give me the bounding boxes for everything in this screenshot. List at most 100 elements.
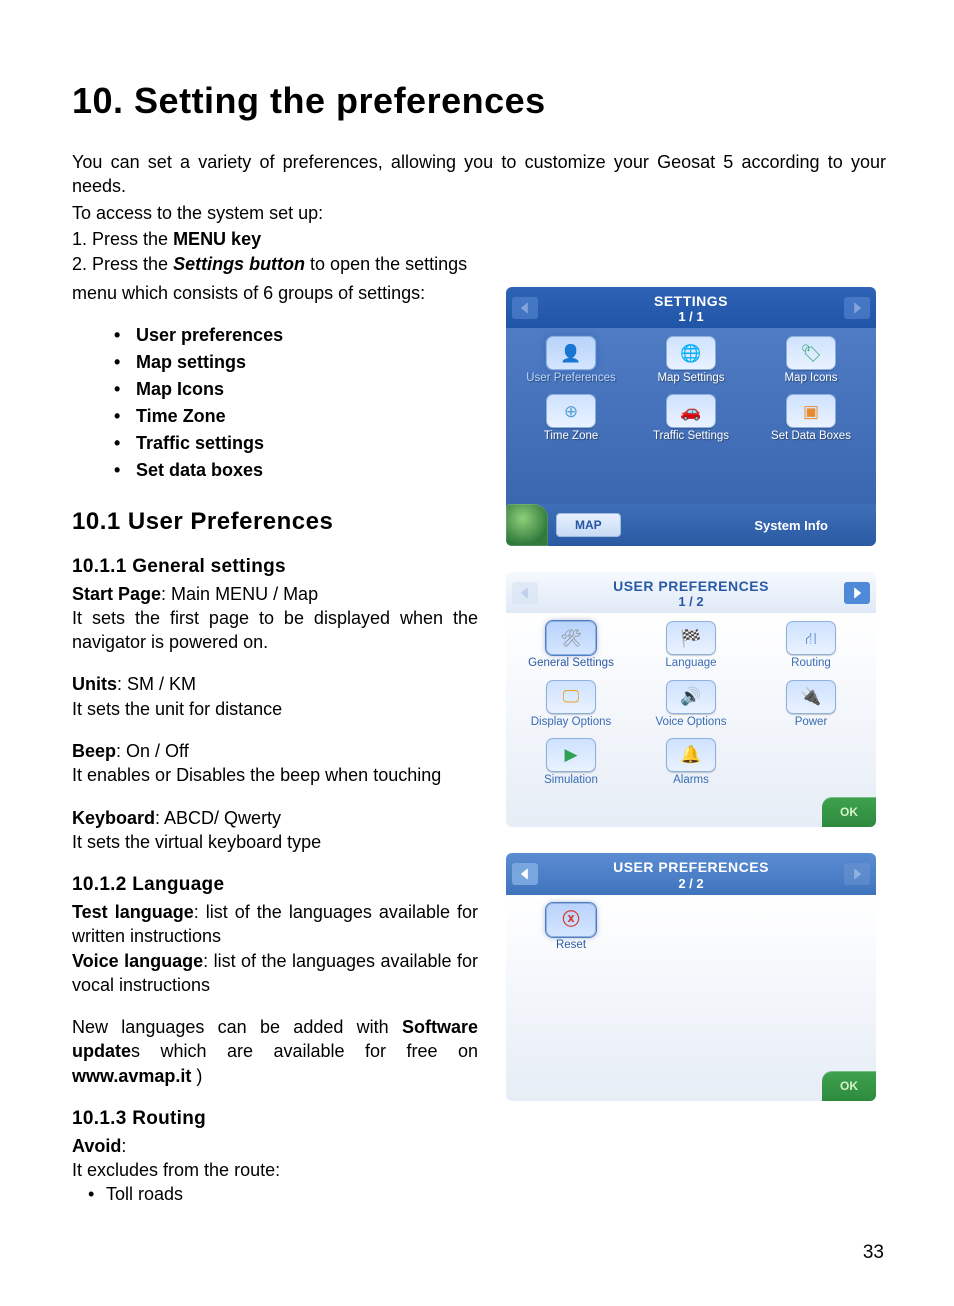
tile-routing[interactable]: ⛙ Routing — [756, 621, 866, 669]
tile-alarms[interactable]: 🔔 Alarms — [636, 738, 746, 786]
new-lang-suffix: ) — [191, 1066, 202, 1086]
data-box-icon: ▣ — [803, 403, 819, 420]
tile-label: Time Zone — [544, 430, 599, 442]
tile-set-data-boxes[interactable]: ▣ Set Data Boxes — [756, 394, 866, 442]
start-page-value: : Main MENU / Map — [161, 584, 318, 604]
screenshot-user-prefs-2: USER PREFERENCES 2 / 2 ⓧ Reset OK — [506, 853, 876, 1100]
beep-value: : On / Off — [116, 741, 189, 761]
next-arrow-icon[interactable] — [844, 297, 870, 319]
tile-power[interactable]: 🔌 Power — [756, 680, 866, 728]
tile-label: Traffic Settings — [653, 430, 729, 442]
tag-icon: 🏷 — [800, 345, 822, 362]
screen-pager: 1 / 1 — [506, 309, 876, 324]
tile-label: Display Options — [531, 716, 612, 728]
screenshot-settings: SETTINGS 1 / 1 👤User Preferences 🌐 Map Se… — [506, 287, 876, 546]
list-item: Time Zone — [114, 403, 478, 430]
new-lang-pre: New languages can be added with — [72, 1017, 402, 1037]
flags-icon: 🏁 — [680, 630, 701, 647]
units-value: : SM / KM — [117, 674, 196, 694]
units-desc: It sets the unit for distance — [72, 697, 478, 721]
display-icon: 🖵 — [563, 688, 579, 705]
screen-pager: 1 / 2 — [506, 594, 876, 609]
screen-pager: 2 / 2 — [506, 876, 876, 891]
car-icon: 🚗 — [680, 403, 701, 420]
tile-label: Power — [795, 716, 828, 728]
prev-arrow-icon[interactable] — [512, 582, 538, 604]
avoid-list: Toll roads — [72, 1182, 478, 1206]
reset-icon: ⓧ — [563, 911, 580, 928]
start-page-label: Start Page — [72, 584, 161, 604]
tile-time-zone[interactable]: ⊕ Time Zone — [516, 394, 626, 442]
test-language-label: Test language — [72, 902, 194, 922]
section-heading-10-1-1: 10.1.1 General settings — [72, 554, 478, 580]
ok-button[interactable]: OK — [822, 797, 876, 827]
tile-display-options[interactable]: 🖵 Display Options — [516, 680, 626, 728]
step-2-prefix: 2. Press the — [72, 254, 173, 274]
list-item: Map settings — [114, 349, 478, 376]
tile-label: Reset — [556, 939, 586, 951]
steps-list: 1. Press the MENU key 2. Press the Setti… — [72, 227, 886, 277]
tile-label: Map Settings — [657, 372, 724, 384]
list-item: Set data boxes — [114, 457, 478, 484]
avoid-colon: : — [121, 1136, 126, 1156]
step-1-bold: MENU key — [173, 229, 261, 249]
list-item: Traffic settings — [114, 430, 478, 457]
page-title: 10. Setting the preferences — [72, 80, 886, 122]
step-1-prefix: 1. Press the — [72, 229, 173, 249]
beep-desc: It enables or Disables the beep when tou… — [72, 763, 478, 787]
left-column: menu which consists of 6 groups of setti… — [72, 281, 478, 1206]
tile-general-settings[interactable]: 🛠 General Settings — [516, 621, 626, 669]
prev-arrow-icon[interactable] — [512, 297, 538, 319]
voice-language-label: Voice language — [72, 951, 203, 971]
tile-label: Set Data Boxes — [771, 430, 851, 442]
list-item: User preferences — [114, 322, 478, 349]
access-line: To access to the system set up: — [72, 201, 886, 225]
keyboard-label: Keyboard — [72, 808, 155, 828]
screen-title: SETTINGS — [506, 293, 876, 309]
plug-icon: 🔌 — [800, 688, 821, 705]
new-lang-mid: s which are available for free on — [131, 1041, 478, 1061]
tile-voice-options[interactable]: 🔊 Voice Options — [636, 680, 746, 728]
screenshot-user-prefs-1: USER PREFERENCES 1 / 2 🛠 General Settings… — [506, 572, 876, 827]
next-arrow-icon[interactable] — [844, 582, 870, 604]
globe-icon: 🌐 — [680, 345, 701, 362]
tile-language[interactable]: 🏁 Language — [636, 621, 746, 669]
next-arrow-icon[interactable] — [844, 863, 870, 885]
speaker-icon: 🔊 — [680, 688, 701, 705]
tile-label: Map Icons — [784, 372, 837, 384]
globe-grid-icon: ⊕ — [564, 403, 578, 420]
screen-title: USER PREFERENCES — [506, 859, 876, 875]
list-item: Toll roads — [88, 1182, 478, 1206]
tile-reset[interactable]: ⓧ Reset — [516, 903, 626, 951]
tile-label: User Preferences — [526, 372, 615, 384]
tile-simulation[interactable]: ▶Simulation — [516, 738, 626, 786]
list-item: Map Icons — [114, 376, 478, 403]
bell-icon: 🔔 — [680, 746, 701, 763]
tile-traffic-settings[interactable]: 🚗 Traffic Settings — [636, 394, 746, 442]
tile-label: Voice Options — [656, 716, 727, 728]
right-column: SETTINGS 1 / 1 👤User Preferences 🌐 Map Se… — [506, 281, 886, 1206]
screen-title: USER PREFERENCES — [506, 578, 876, 594]
section-heading-10-1-2: 10.1.2 Language — [72, 872, 478, 898]
prev-arrow-icon[interactable] — [512, 863, 538, 885]
tile-map-settings[interactable]: 🌐 Map Settings — [636, 336, 746, 384]
route-icon: ⛙ — [805, 630, 817, 647]
tile-map-icons[interactable]: 🏷 Map Icons — [756, 336, 866, 384]
tile-label: Alarms — [673, 774, 709, 786]
system-info-button[interactable]: System Info — [754, 518, 828, 533]
tile-user-preferences[interactable]: 👤User Preferences — [516, 336, 626, 384]
avoid-desc: It excludes from the route: — [72, 1158, 478, 1182]
ok-button[interactable]: OK — [822, 1071, 876, 1101]
start-page-desc: It sets the first page to be displayed w… — [72, 606, 478, 655]
tile-label: General Settings — [528, 657, 614, 669]
tools-icon: 🛠 — [560, 630, 582, 647]
section-heading-10-1-3: 10.1.3 Routing — [72, 1106, 478, 1132]
beep-label: Beep — [72, 741, 116, 761]
tile-label: Routing — [791, 657, 831, 669]
globe-corner-icon[interactable] — [506, 504, 548, 546]
tile-label: Simulation — [544, 774, 598, 786]
tile-label: Language — [665, 657, 716, 669]
map-button[interactable]: MAP — [556, 513, 621, 537]
units-label: Units — [72, 674, 117, 694]
keyboard-desc: It sets the virtual keyboard type — [72, 830, 478, 854]
